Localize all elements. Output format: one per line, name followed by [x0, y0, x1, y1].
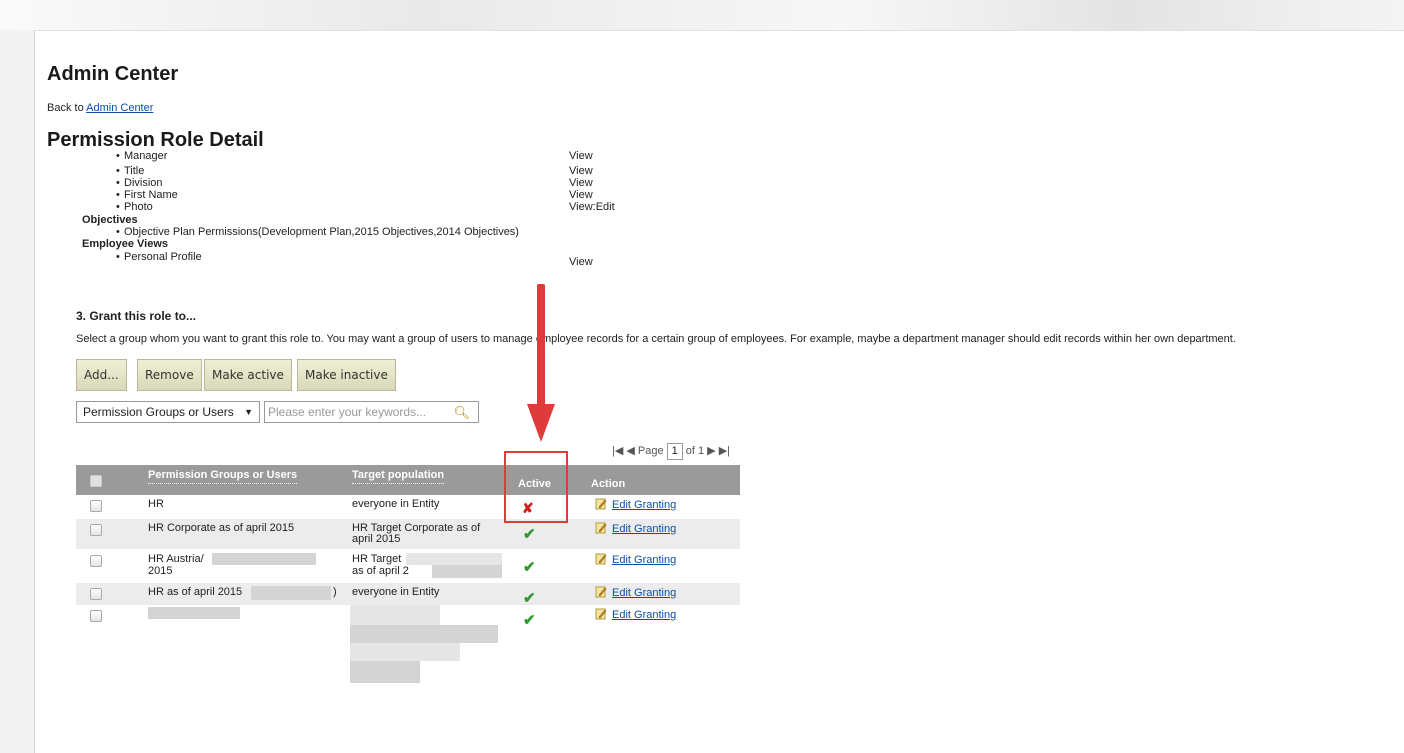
redacted-block — [148, 607, 240, 619]
remove-button[interactable]: Remove — [137, 359, 202, 391]
page-content: Admin Center Back to Admin Center Permis… — [34, 30, 1404, 753]
objectives-heading: Objectives — [82, 214, 138, 226]
prev-page-icon[interactable]: ◀ — [626, 445, 634, 457]
row-checkbox[interactable] — [90, 610, 102, 622]
permission-list: Manager View Title View Division View Fi… — [35, 31, 735, 291]
last-page-icon[interactable]: ▶| — [719, 445, 730, 457]
edit-granting-link[interactable]: Edit Granting — [612, 554, 676, 566]
active-check-icon: ✔ — [523, 559, 536, 576]
perm-value-photo: View:Edit — [569, 201, 615, 213]
target-cell: HR Target — [352, 553, 402, 565]
perm-label: First Name — [124, 189, 178, 201]
target-cell: HR Target Corporate as of april 2015 — [352, 522, 481, 545]
perm-value-title: View — [569, 165, 593, 177]
perm-item-first-name: First Name — [116, 189, 178, 201]
pagination: |◀ ◀ Page 1 of 1 ▶ ▶| — [612, 443, 730, 460]
redacted-block — [350, 661, 420, 683]
objective-plan-item: Objective Plan Permissions(Development P… — [116, 226, 519, 238]
active-check-icon: ✔ — [523, 612, 536, 629]
group-cell: HR Austria/ — [148, 553, 204, 565]
target-cell: everyone in Entity — [352, 498, 440, 510]
group-cell-tail: ) — [333, 586, 337, 598]
table-row: ✔ Edit Granting — [76, 605, 740, 685]
perm-item-personal-profile: Personal Profile — [116, 251, 202, 263]
redacted-block — [350, 643, 460, 661]
column-header-action: Action — [591, 478, 626, 490]
redacted-block — [350, 605, 440, 625]
redacted-block — [432, 565, 502, 578]
perm-item-division: Division — [116, 177, 163, 189]
table-row: HR Austria/ 2015 HR Target as of april 2… — [76, 549, 740, 583]
pencil-icon — [595, 586, 607, 598]
redacted-block — [350, 625, 498, 643]
edit-granting-link[interactable]: Edit Granting — [612, 587, 676, 599]
row-checkbox[interactable] — [90, 555, 102, 567]
table-row: HR everyone in Entity ✘ Edit Granting — [76, 495, 740, 519]
row-checkbox[interactable] — [90, 588, 102, 600]
search-icon[interactable]: 🔍︎ — [453, 403, 470, 423]
grant-description: Select a group whom you want to grant th… — [76, 333, 1236, 345]
annotation-arrow-icon — [527, 284, 555, 442]
active-column-highlight — [504, 451, 568, 523]
pencil-icon — [595, 498, 607, 510]
perm-label: Manager — [124, 150, 168, 162]
perm-value-cut: View — [569, 150, 593, 162]
select-all-checkbox[interactable] — [90, 475, 102, 487]
add-button[interactable]: Add... — [76, 359, 127, 391]
group-cell: HR — [148, 498, 164, 510]
perm-item-photo: Photo — [116, 201, 153, 213]
edit-granting-link[interactable]: Edit Granting — [612, 499, 676, 511]
edit-granting-link[interactable]: Edit Granting — [612, 609, 676, 621]
perm-value-personal-profile: View — [569, 256, 593, 268]
page-number-input[interactable]: 1 — [666, 443, 683, 460]
first-page-icon[interactable]: |◀ — [612, 445, 623, 457]
page-of-label: of 1 — [685, 445, 705, 457]
pencil-icon — [595, 553, 607, 565]
group-cell-line2: 2015 — [148, 565, 173, 577]
target-cell-line2: as of april 2 — [352, 565, 409, 577]
make-active-button[interactable]: Make active — [204, 359, 292, 391]
perm-label: Objective Plan Permissions(Development P… — [124, 226, 519, 238]
group-cell: HR as of april 2015 — [148, 586, 243, 598]
target-cell: everyone in Entity — [352, 586, 440, 598]
perm-label: Personal Profile — [124, 251, 202, 263]
row-checkbox[interactable] — [90, 524, 102, 536]
page-label: Page — [637, 445, 664, 457]
perm-item-title: Title — [116, 165, 145, 177]
column-header-target[interactable]: Target population — [352, 469, 445, 484]
search-input[interactable]: Please enter your keywords... 🔍︎ — [264, 401, 479, 423]
next-page-icon[interactable]: ▶ — [707, 445, 715, 457]
row-checkbox[interactable] — [90, 500, 102, 512]
filter-select-value: Permission Groups or Users — [83, 405, 234, 419]
perm-label: Photo — [124, 201, 153, 213]
table-row: HR Corporate as of april 2015 HR Target … — [76, 519, 740, 549]
table-row: HR as of april 2015 ) everyone in Entity… — [76, 583, 740, 607]
column-header-group[interactable]: Permission Groups or Users — [148, 469, 298, 484]
group-cell: HR Corporate as of april 2015 — [148, 522, 295, 534]
top-strip — [0, 0, 1404, 30]
perm-value-first-name: View — [569, 189, 593, 201]
perm-label: Division — [124, 177, 163, 189]
redacted-block — [251, 586, 331, 600]
employee-views-heading: Employee Views — [82, 238, 169, 250]
redacted-block — [406, 553, 502, 565]
table-header: Permission Groups or Users Target popula… — [76, 465, 740, 495]
pencil-icon — [595, 522, 607, 534]
active-check-icon: ✔ — [523, 526, 536, 543]
redacted-block — [212, 553, 316, 565]
chevron-down-icon: ▼ — [244, 407, 253, 417]
edit-granting-link[interactable]: Edit Granting — [612, 523, 676, 535]
make-inactive-button[interactable]: Make inactive — [297, 359, 396, 391]
perm-value-division: View — [569, 177, 593, 189]
perm-label: Title — [124, 165, 145, 177]
filter-select[interactable]: Permission Groups or Users ▼ — [76, 401, 260, 423]
perm-item-cut: Manager — [116, 150, 168, 162]
search-placeholder: Please enter your keywords... — [268, 405, 427, 419]
grant-heading: 3. Grant this role to... — [76, 309, 197, 323]
pencil-icon — [595, 608, 607, 620]
